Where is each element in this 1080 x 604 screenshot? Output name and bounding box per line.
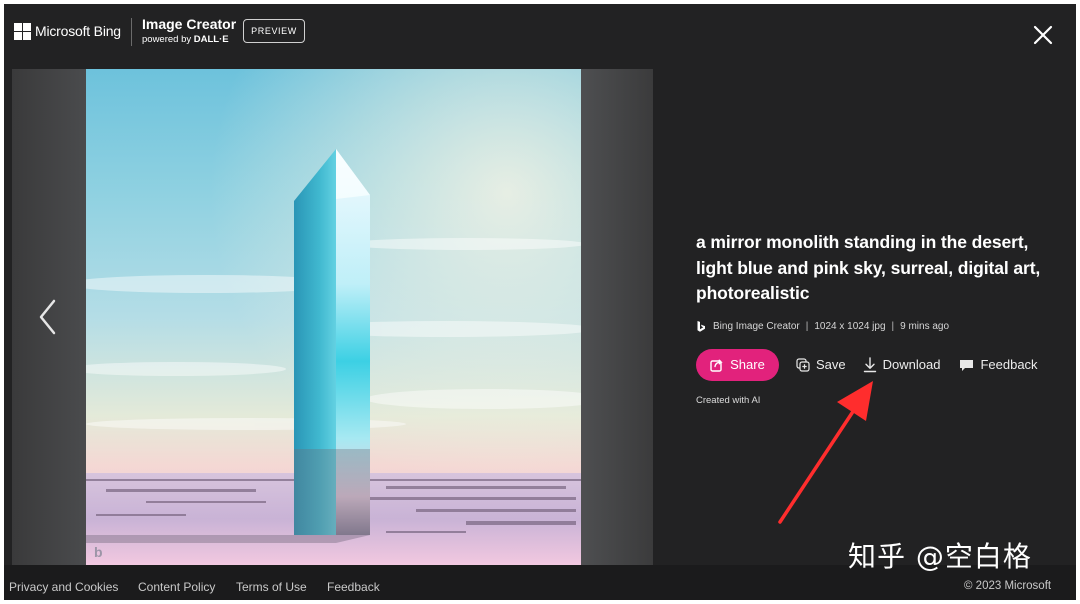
- bing-icon: [697, 320, 705, 332]
- viewer-right-blur: [581, 69, 653, 565]
- download-button[interactable]: Download: [863, 356, 941, 373]
- meta-separator: |: [891, 321, 895, 332]
- image-resolution: 1024 x 1024 jpg: [814, 321, 886, 332]
- share-label: Share: [730, 357, 765, 372]
- download-icon: [863, 356, 876, 372]
- close-button[interactable]: [1028, 20, 1058, 50]
- image-details-panel: a mirror monolith standing in the desert…: [696, 230, 1066, 406]
- footer-link-privacy[interactable]: Privacy and Cookies: [9, 580, 118, 594]
- footer-link-content-policy[interactable]: Content Policy: [138, 580, 215, 594]
- feedback-icon: [960, 359, 974, 371]
- zhihu-watermark: 知乎 @空白格: [848, 540, 1032, 573]
- app-subtitle: powered by DALL·E: [142, 34, 229, 45]
- close-icon: [1033, 25, 1053, 45]
- feedback-button[interactable]: Feedback: [959, 357, 1038, 372]
- generated-image[interactable]: b: [86, 69, 581, 565]
- share-icon: [710, 359, 723, 372]
- created-with-ai-label: Created with AI: [696, 394, 761, 406]
- download-label: Download: [882, 357, 941, 372]
- meta-separator: |: [805, 321, 809, 332]
- footer-link-feedback[interactable]: Feedback: [327, 580, 380, 594]
- image-viewer: b: [12, 69, 653, 565]
- share-button[interactable]: Share: [696, 348, 779, 381]
- image-actions: Share Save Download Feedback: [696, 348, 1066, 381]
- chevron-left-icon: [39, 299, 56, 335]
- microsoft-logo-icon: [14, 23, 31, 40]
- footer-link-terms[interactable]: Terms of Use: [236, 580, 307, 594]
- app-title[interactable]: Image Creator: [142, 16, 236, 32]
- save-label: Save: [816, 357, 846, 372]
- header-divider: [131, 18, 132, 46]
- copyright: © 2023 Microsoft: [964, 580, 1052, 592]
- image-source: Bing Image Creator: [713, 321, 800, 332]
- image-prompt: a mirror monolith standing in the desert…: [696, 232, 1041, 303]
- brand-name[interactable]: Microsoft Bing: [35, 23, 121, 39]
- image-age: 9 mins ago: [900, 321, 950, 332]
- previous-image-button[interactable]: [36, 295, 60, 339]
- image-metadata: Bing Image Creator | 1024 x 1024 jpg | 9…: [696, 319, 1066, 335]
- preview-badge: PREVIEW: [243, 19, 305, 43]
- collection-add-icon: [796, 357, 810, 372]
- app-subtitle-prefix: powered by: [142, 34, 192, 45]
- header: Microsoft Bing Image Creator powered by …: [4, 4, 1076, 66]
- image-creator-window: Microsoft Bing Image Creator powered by …: [4, 4, 1076, 600]
- feedback-label: Feedback: [980, 357, 1038, 372]
- app-subtitle-model: DALL·E: [193, 34, 229, 45]
- image-watermark-icon: b: [94, 544, 103, 560]
- save-button[interactable]: Save: [796, 357, 846, 372]
